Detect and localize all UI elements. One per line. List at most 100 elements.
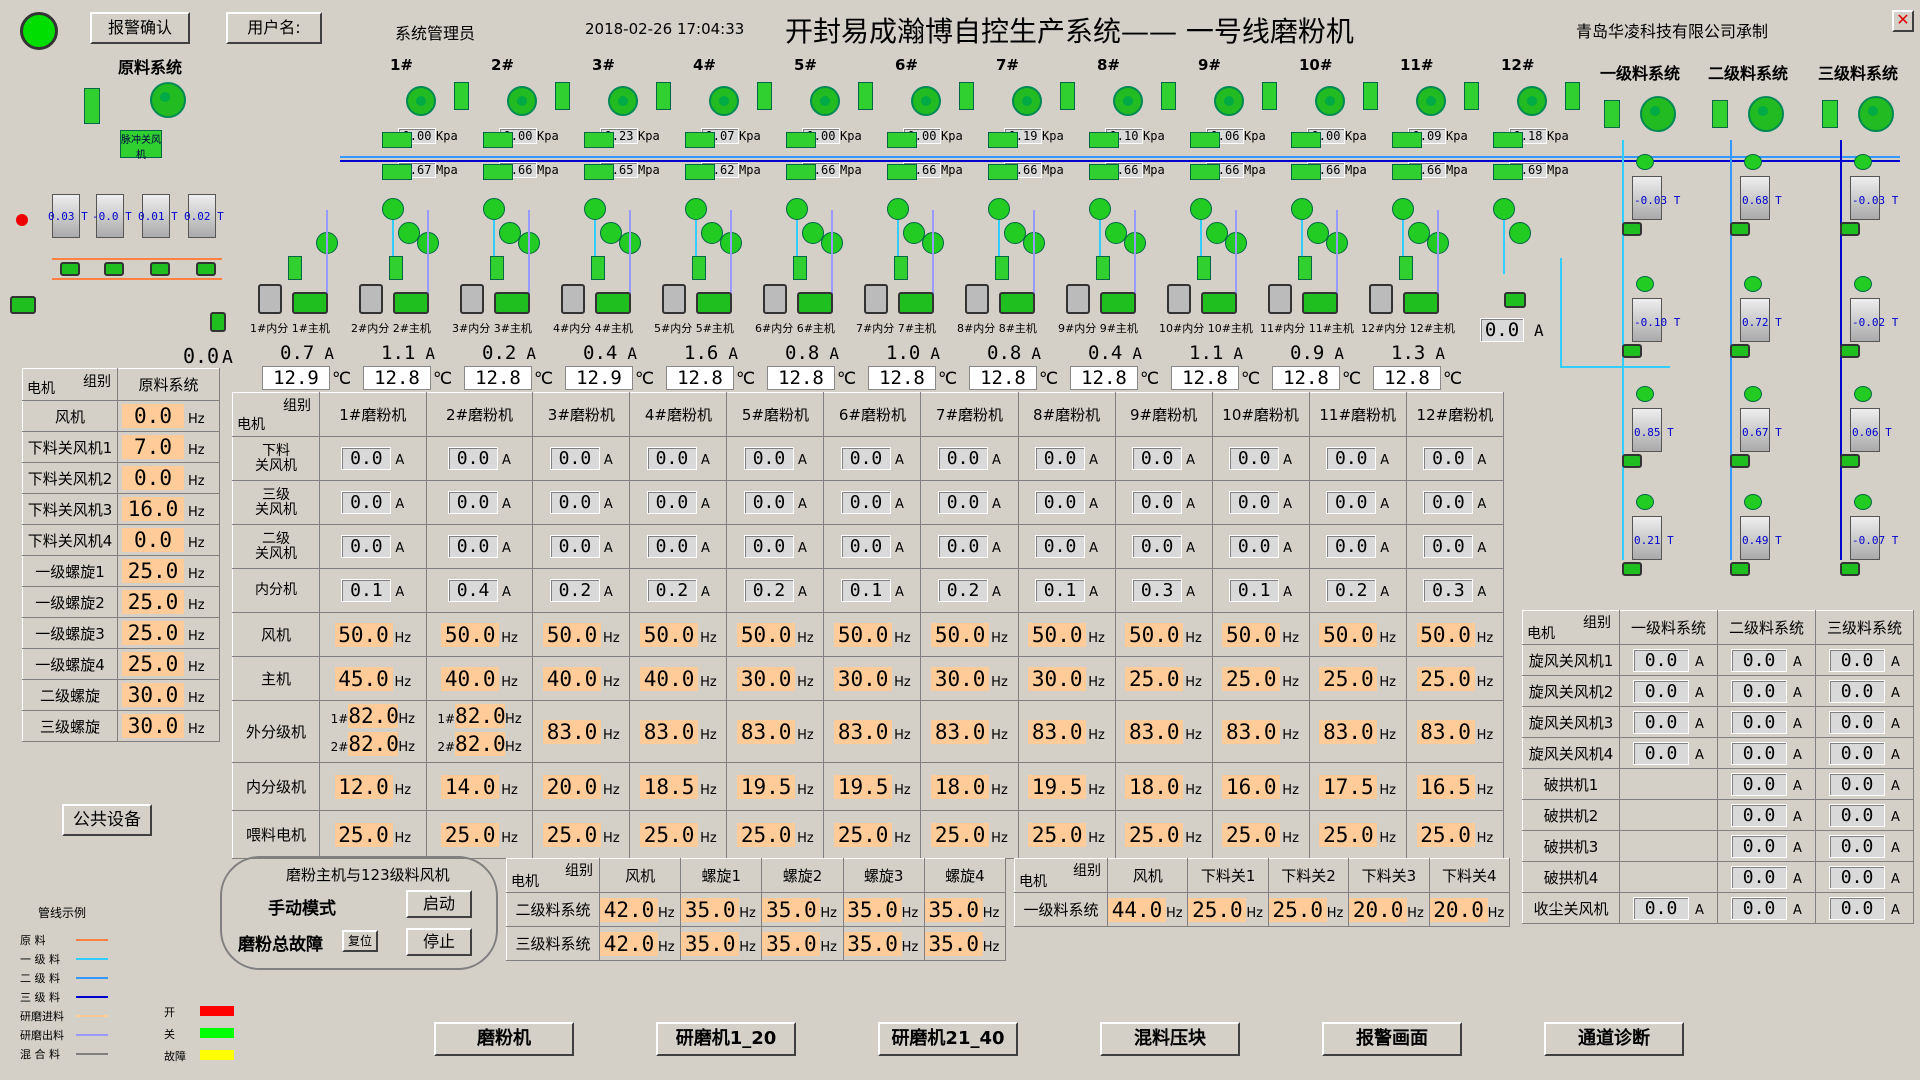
mill-hz-cell: 83.0 Hz [1211, 700, 1310, 763]
mill-hz-cell: 25.0 Hz [726, 810, 825, 859]
mill-hz-cell: 50.0 Hz [823, 612, 922, 657]
l1-col-header: 下料关1 [1187, 858, 1269, 893]
right-amp-cell: 0.0 A [1815, 861, 1914, 893]
raw-table: 组别 电机 原料系统 风机 0.0 Hz 下料关风机1 7.0 Hz 下料关风机2 0.0 Hz… [22, 368, 220, 742]
mill-machine-label: 4#内分 4#主机 [553, 322, 633, 335]
right-col-header: 一级料系统 [1619, 610, 1718, 645]
silo-valve-icon [1854, 276, 1872, 292]
right-amp-cell: 0.0 A [1717, 675, 1816, 707]
feeder-icon [1096, 256, 1110, 280]
mill-machine-label: 5#内分 5#主机 [654, 322, 734, 335]
l23-hz-cell: 42.0 Hz [598, 892, 682, 927]
mill-row-label: 下料 关风机 [232, 436, 320, 481]
mill-fan-icon [1214, 86, 1244, 116]
legend-swatch [76, 939, 108, 941]
mill-hz-cell: 50.0 Hz [425, 612, 534, 657]
alarm-ack-button[interactable]: 报警确认 [90, 12, 190, 44]
mill-hz-cell: 83.0 Hz [1114, 700, 1213, 763]
raw-row-value: 25.0 Hz [117, 555, 220, 587]
mill-amp-cell: 0.0 A [532, 524, 631, 569]
mill-fan-icon [1315, 86, 1345, 116]
right-amp-cell: 0.0 A [1815, 799, 1914, 831]
raw-feeder-icon [104, 262, 124, 276]
mill-row-label: 外分级机 [232, 700, 320, 763]
mill-hz-cell: 40.0 Hz [425, 656, 534, 701]
mill-number-label: 10# [1299, 56, 1333, 74]
close-button[interactable]: ✕ [1892, 10, 1914, 32]
raw-feeder-icon [60, 262, 80, 276]
mill-amp-cell: 0.0 A [1405, 436, 1505, 481]
stop-button[interactable]: 停止 [406, 928, 472, 956]
mill-amp: 0.4 A [1088, 342, 1142, 364]
nav-button[interactable]: 通道诊断 [1544, 1022, 1684, 1056]
mill-fan-tag [1464, 82, 1479, 110]
start-button[interactable]: 启动 [406, 890, 472, 918]
silo-value: -0.07 T [1852, 534, 1899, 547]
mill-amp-cell: 0.3 A [1405, 568, 1505, 613]
l1-col-header: 风机 [1106, 858, 1189, 893]
mill-hz-cell: 25.0 Hz [1308, 810, 1407, 859]
datetime: 2018-02-26 17:04:33 [585, 20, 745, 38]
mill-amp-cell: 0.0 A [726, 480, 825, 525]
level-tag [1493, 132, 1523, 148]
right-row-label: 旋风关风机1 [1522, 644, 1620, 676]
mill-fan-tag [1161, 82, 1176, 110]
nav-button[interactable]: 混料压块 [1100, 1022, 1240, 1056]
mill-pump-icon [685, 198, 707, 220]
l23-hz-cell: 35.0 Hz [842, 892, 925, 927]
inner-classifier-icon [864, 284, 888, 314]
main-mill-icon [595, 292, 631, 314]
raw-row-value: 16.0 Hz [117, 493, 220, 525]
right-amp-cell: 0.0 A [1815, 644, 1914, 676]
mill-fan-icon [608, 86, 638, 116]
status-legend-swatch [200, 1028, 234, 1038]
mill-amp-cell: 0.1 A [823, 568, 922, 613]
reset-button[interactable]: 复位 [342, 930, 378, 952]
raw-row-label: 风机 [22, 400, 118, 432]
nav-button[interactable]: 研磨机1_20 [656, 1022, 796, 1056]
raw-row-label: 一级螺旋3 [22, 617, 118, 649]
mill-pump-icon [887, 198, 909, 220]
mill-amp-cell: 0.0 A [425, 524, 534, 569]
l23-hz-cell: 35.0 Hz [923, 926, 1007, 961]
mill-hz-cell: 83.0 Hz [726, 700, 825, 763]
mill-pump-icon [382, 198, 404, 220]
mill-fan-icon [1012, 86, 1042, 116]
mill-hz-cell: 25.0 Hz [1114, 656, 1213, 701]
nav-button[interactable]: 研磨机21_40 [878, 1022, 1018, 1056]
mill-col-header: 7#磨粉机 [920, 392, 1019, 437]
mill-fan-icon [406, 86, 436, 116]
user-label-button[interactable]: 用户名: [226, 12, 322, 44]
mill-amp-cell: 0.0 A [425, 436, 534, 481]
nav-button[interactable]: 磨粉机 [434, 1022, 574, 1056]
level-tag [382, 132, 412, 148]
mill-amp-cell: 0.0 A [1308, 524, 1407, 569]
mill-col-header: 6#磨粉机 [823, 392, 922, 437]
mill-amp: 1.0 A [886, 342, 940, 364]
mill-col-header: 9#磨粉机 [1114, 392, 1213, 437]
right-fan-tag [1822, 100, 1838, 128]
l23-col-header: 螺旋4 [923, 858, 1007, 893]
nav-button[interactable]: 报警画面 [1322, 1022, 1462, 1056]
silo-value: 0.49 T [1742, 534, 1782, 547]
mill-col-header: 5#磨粉机 [726, 392, 825, 437]
right-row-label: 收尘关风机 [1522, 892, 1620, 924]
mill-table-corner: 组别 电机 [232, 392, 320, 437]
mill-dual-cell: 1#82.0Hz 2#82.0Hz [425, 700, 534, 763]
mill-row-label: 内分机 [232, 568, 320, 613]
public-equipment-button[interactable]: 公共设备 [62, 804, 152, 836]
right-row-label: 破拱机1 [1522, 768, 1620, 800]
right-sys-title: 一级料系统 [1600, 64, 1681, 83]
mill-fan-tag [555, 82, 570, 110]
mill-fan-tag [1565, 82, 1580, 110]
right-amp-cell: 0.0 A [1619, 892, 1718, 924]
mill-hz-cell: 83.0 Hz [1017, 700, 1116, 763]
silo-valve-icon [1744, 154, 1762, 170]
fault-label: 磨粉总故障 [238, 935, 323, 955]
l1-hz-cell: 20.0 Hz [1428, 892, 1511, 927]
mill-hz-cell: 25.0 Hz [1114, 810, 1213, 859]
mill-hz-cell: 83.0 Hz [1308, 700, 1407, 763]
mill-hz-cell: 25.0 Hz [1017, 810, 1116, 859]
mill-amp-cell: 0.0 A [920, 524, 1019, 569]
silo-valve-icon [1636, 386, 1654, 402]
